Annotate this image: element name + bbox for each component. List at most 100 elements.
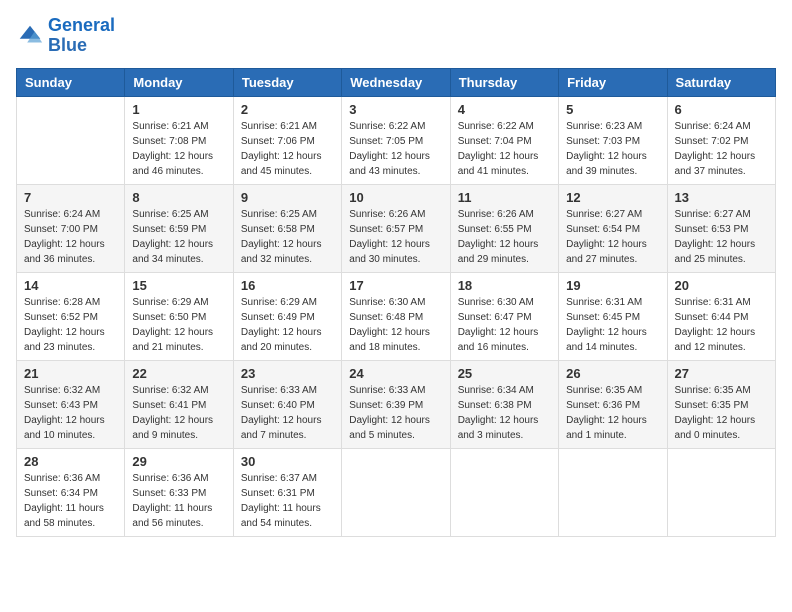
day-info: Sunrise: 6:29 AMSunset: 6:50 PMDaylight:… xyxy=(132,295,225,355)
calendar-cell: 12 Sunrise: 6:27 AMSunset: 6:54 PMDayligh… xyxy=(559,184,667,272)
day-number: 6 xyxy=(675,102,768,117)
day-info: Sunrise: 6:35 AMSunset: 6:35 PMDaylight:… xyxy=(675,383,768,443)
header-friday: Friday xyxy=(559,68,667,96)
day-info: Sunrise: 6:36 AMSunset: 6:34 PMDaylight:… xyxy=(24,471,117,531)
week-row-0: 1 Sunrise: 6:21 AMSunset: 7:08 PMDaylight… xyxy=(17,96,776,184)
calendar-cell: 1 Sunrise: 6:21 AMSunset: 7:08 PMDaylight… xyxy=(125,96,233,184)
day-number: 21 xyxy=(24,366,117,381)
logo-text: General Blue xyxy=(48,16,115,56)
day-info: Sunrise: 6:28 AMSunset: 6:52 PMDaylight:… xyxy=(24,295,117,355)
week-row-1: 7 Sunrise: 6:24 AMSunset: 7:00 PMDaylight… xyxy=(17,184,776,272)
day-number: 1 xyxy=(132,102,225,117)
calendar-cell: 14 Sunrise: 6:28 AMSunset: 6:52 PMDayligh… xyxy=(17,272,125,360)
calendar-cell xyxy=(667,448,775,536)
day-number: 24 xyxy=(349,366,442,381)
day-info: Sunrise: 6:25 AMSunset: 6:59 PMDaylight:… xyxy=(132,207,225,267)
day-info: Sunrise: 6:31 AMSunset: 6:45 PMDaylight:… xyxy=(566,295,659,355)
calendar-cell: 25 Sunrise: 6:34 AMSunset: 6:38 PMDayligh… xyxy=(450,360,558,448)
day-number: 15 xyxy=(132,278,225,293)
day-info: Sunrise: 6:22 AMSunset: 7:04 PMDaylight:… xyxy=(458,119,551,179)
calendar-cell: 16 Sunrise: 6:29 AMSunset: 6:49 PMDayligh… xyxy=(233,272,341,360)
day-number: 16 xyxy=(241,278,334,293)
week-row-4: 28 Sunrise: 6:36 AMSunset: 6:34 PMDayligh… xyxy=(17,448,776,536)
day-number: 25 xyxy=(458,366,551,381)
day-number: 27 xyxy=(675,366,768,381)
calendar-cell: 5Sunrise: 6:23 AMSunset: 7:03 PMDaylight… xyxy=(559,96,667,184)
calendar-cell: 21 Sunrise: 6:32 AMSunset: 6:43 PMDayligh… xyxy=(17,360,125,448)
calendar-cell xyxy=(559,448,667,536)
day-number: 12 xyxy=(566,190,659,205)
calendar-cell: 2 Sunrise: 6:21 AMSunset: 7:06 PMDaylight… xyxy=(233,96,341,184)
header-thursday: Thursday xyxy=(450,68,558,96)
day-info: Sunrise: 6:32 AMSunset: 6:41 PMDaylight:… xyxy=(132,383,225,443)
day-info: Sunrise: 6:21 AMSunset: 7:08 PMDaylight:… xyxy=(132,119,225,179)
calendar-cell: 20Sunrise: 6:31 AMSunset: 6:44 PMDayligh… xyxy=(667,272,775,360)
day-info: Sunrise: 6:27 AMSunset: 6:53 PMDaylight:… xyxy=(675,207,768,267)
header-tuesday: Tuesday xyxy=(233,68,341,96)
day-number: 10 xyxy=(349,190,442,205)
day-number: 11 xyxy=(458,190,551,205)
day-info: Sunrise: 6:35 AMSunset: 6:36 PMDaylight:… xyxy=(566,383,659,443)
calendar-cell: 3 Sunrise: 6:22 AMSunset: 7:05 PMDaylight… xyxy=(342,96,450,184)
header-sunday: Sunday xyxy=(17,68,125,96)
day-info: Sunrise: 6:24 AMSunset: 7:02 PMDaylight:… xyxy=(675,119,768,179)
day-info: Sunrise: 6:26 AMSunset: 6:55 PMDaylight:… xyxy=(458,207,551,267)
calendar-cell: 9 Sunrise: 6:25 AMSunset: 6:58 PMDaylight… xyxy=(233,184,341,272)
day-info: Sunrise: 6:24 AMSunset: 7:00 PMDaylight:… xyxy=(24,207,117,267)
day-number: 18 xyxy=(458,278,551,293)
day-info: Sunrise: 6:30 AMSunset: 6:48 PMDaylight:… xyxy=(349,295,442,355)
day-info: Sunrise: 6:29 AMSunset: 6:49 PMDaylight:… xyxy=(241,295,334,355)
day-info: Sunrise: 6:30 AMSunset: 6:47 PMDaylight:… xyxy=(458,295,551,355)
day-number: 30 xyxy=(241,454,334,469)
day-number: 14 xyxy=(24,278,117,293)
calendar-cell: 30Sunrise: 6:37 AMSunset: 6:31 PMDayligh… xyxy=(233,448,341,536)
day-number: 29 xyxy=(132,454,225,469)
day-number: 13 xyxy=(675,190,768,205)
header-wednesday: Wednesday xyxy=(342,68,450,96)
calendar-table: SundayMondayTuesdayWednesdayThursdayFrid… xyxy=(16,68,776,537)
calendar-cell: 27 Sunrise: 6:35 AMSunset: 6:35 PMDayligh… xyxy=(667,360,775,448)
day-number: 3 xyxy=(349,102,442,117)
header-monday: Monday xyxy=(125,68,233,96)
header-saturday: Saturday xyxy=(667,68,775,96)
day-number: 4 xyxy=(458,102,551,117)
calendar-cell: 6 Sunrise: 6:24 AMSunset: 7:02 PMDaylight… xyxy=(667,96,775,184)
day-number: 28 xyxy=(24,454,117,469)
day-info: Sunrise: 6:34 AMSunset: 6:38 PMDaylight:… xyxy=(458,383,551,443)
calendar-cell: 15 Sunrise: 6:29 AMSunset: 6:50 PMDayligh… xyxy=(125,272,233,360)
calendar-cell xyxy=(450,448,558,536)
day-info: Sunrise: 6:21 AMSunset: 7:06 PMDaylight:… xyxy=(241,119,334,179)
day-info: Sunrise: 6:33 AMSunset: 6:40 PMDaylight:… xyxy=(241,383,334,443)
day-info: Sunrise: 6:22 AMSunset: 7:05 PMDaylight:… xyxy=(349,119,442,179)
day-number: 9 xyxy=(241,190,334,205)
day-number: 23 xyxy=(241,366,334,381)
calendar-cell: 11 Sunrise: 6:26 AMSunset: 6:55 PMDayligh… xyxy=(450,184,558,272)
calendar-cell: 19 Sunrise: 6:31 AMSunset: 6:45 PMDayligh… xyxy=(559,272,667,360)
calendar-cell: 24 Sunrise: 6:33 AMSunset: 6:39 PMDayligh… xyxy=(342,360,450,448)
day-number: 2 xyxy=(241,102,334,117)
day-info: Sunrise: 6:31 AMSunset: 6:44 PMDaylight:… xyxy=(675,295,768,355)
day-number: 8 xyxy=(132,190,225,205)
day-info: Sunrise: 6:23 AMSunset: 7:03 PMDaylight:… xyxy=(566,119,659,179)
day-number: 7 xyxy=(24,190,117,205)
week-row-3: 21 Sunrise: 6:32 AMSunset: 6:43 PMDayligh… xyxy=(17,360,776,448)
calendar-cell xyxy=(17,96,125,184)
calendar-cell: 8 Sunrise: 6:25 AMSunset: 6:59 PMDaylight… xyxy=(125,184,233,272)
calendar-cell: 28 Sunrise: 6:36 AMSunset: 6:34 PMDayligh… xyxy=(17,448,125,536)
calendar-cell: 22 Sunrise: 6:32 AMSunset: 6:41 PMDayligh… xyxy=(125,360,233,448)
calendar-cell: 29Sunrise: 6:36 AMSunset: 6:33 PMDayligh… xyxy=(125,448,233,536)
day-number: 22 xyxy=(132,366,225,381)
day-info: Sunrise: 6:27 AMSunset: 6:54 PMDaylight:… xyxy=(566,207,659,267)
day-info: Sunrise: 6:32 AMSunset: 6:43 PMDaylight:… xyxy=(24,383,117,443)
day-info: Sunrise: 6:33 AMSunset: 6:39 PMDaylight:… xyxy=(349,383,442,443)
logo: General Blue xyxy=(16,16,115,56)
page-header: General Blue xyxy=(16,16,776,56)
day-number: 17 xyxy=(349,278,442,293)
day-number: 19 xyxy=(566,278,659,293)
week-row-2: 14 Sunrise: 6:28 AMSunset: 6:52 PMDayligh… xyxy=(17,272,776,360)
calendar-cell: 7 Sunrise: 6:24 AMSunset: 7:00 PMDaylight… xyxy=(17,184,125,272)
day-info: Sunrise: 6:25 AMSunset: 6:58 PMDaylight:… xyxy=(241,207,334,267)
calendar-cell xyxy=(342,448,450,536)
calendar-header-row: SundayMondayTuesdayWednesdayThursdayFrid… xyxy=(17,68,776,96)
calendar-cell: 26Sunrise: 6:35 AMSunset: 6:36 PMDayligh… xyxy=(559,360,667,448)
